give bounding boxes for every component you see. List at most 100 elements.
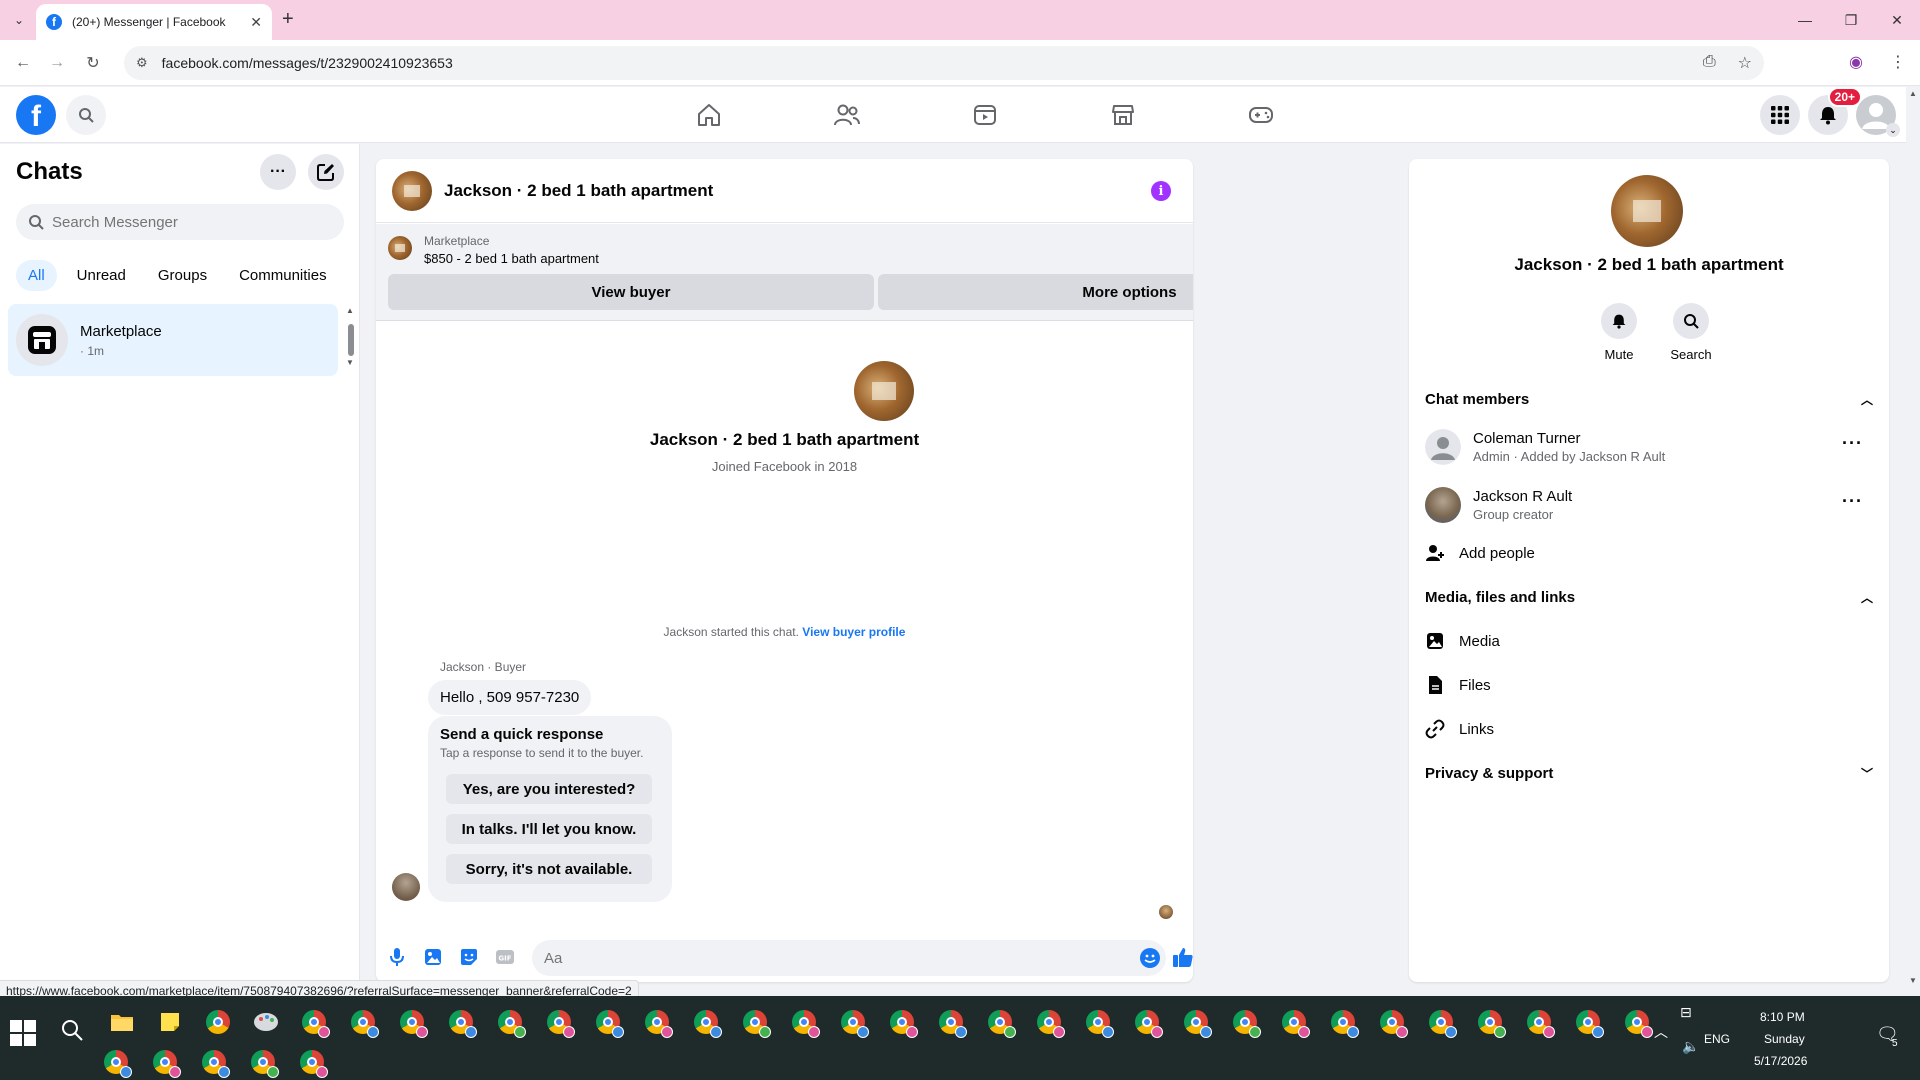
- quick-response-in-talks[interactable]: In talks. I'll let you know.: [446, 814, 652, 844]
- nav-marketplace[interactable]: [1054, 91, 1192, 139]
- search-messenger-field[interactable]: [16, 204, 344, 240]
- site-info-icon[interactable]: ⚙: [136, 55, 148, 71]
- chrome-profile-window-icon[interactable]: [1521, 1004, 1557, 1040]
- sidebar-scrollbar[interactable]: ▲ ▼: [346, 306, 356, 367]
- reload-icon[interactable]: ↻: [80, 50, 106, 76]
- scroll-up-icon[interactable]: ▲: [1909, 89, 1917, 98]
- quick-response-interested[interactable]: Yes, are you interested?: [446, 774, 652, 804]
- message-input-field[interactable]: [532, 940, 1166, 976]
- search-in-chat-button[interactable]: Search: [1661, 303, 1721, 362]
- view-buyer-profile-link[interactable]: View buyer profile: [802, 625, 905, 639]
- conversation-title[interactable]: Jackson · 2 bed 1 bath apartment: [444, 181, 713, 201]
- chrome-profile-window-icon[interactable]: [982, 1004, 1018, 1040]
- add-people-button[interactable]: Add people: [1425, 537, 1873, 569]
- like-button[interactable]: [1172, 946, 1193, 968]
- chrome-icon[interactable]: [200, 1004, 236, 1040]
- filter-all[interactable]: All: [16, 260, 57, 291]
- filter-unread[interactable]: Unread: [65, 260, 138, 291]
- chrome-profile-window-icon[interactable]: [492, 1004, 528, 1040]
- chrome-profile-window-icon[interactable]: [1227, 1004, 1263, 1040]
- chrome-profile-window-icon[interactable]: [394, 1004, 430, 1040]
- scroll-thumb[interactable]: [348, 324, 354, 356]
- mute-button[interactable]: Mute: [1589, 303, 1649, 362]
- profile-icon[interactable]: ◉: [1844, 50, 1868, 74]
- quick-response-not-available[interactable]: Sorry, it's not available.: [446, 854, 652, 884]
- back-icon[interactable]: ←: [10, 50, 36, 76]
- chrome-profile-window-icon[interactable]: [443, 1004, 479, 1040]
- chrome-profile-window-icon[interactable]: [835, 1004, 871, 1040]
- nav-gaming[interactable]: [1192, 91, 1330, 139]
- volume-icon[interactable]: 🔈: [1682, 1038, 1699, 1055]
- chrome-profile-window-icon[interactable]: [1570, 1004, 1606, 1040]
- media-section-toggle[interactable]: Media, files and links ︿: [1425, 589, 1873, 606]
- tray-overflow-icon[interactable]: ︿: [1654, 1022, 1668, 1042]
- chrome-profile-window-icon[interactable]: [196, 1044, 232, 1080]
- member-options-icon[interactable]: ···: [1842, 491, 1863, 512]
- account-avatar[interactable]: ⌄: [1856, 95, 1900, 137]
- menu-kebab-icon[interactable]: ⋮: [1886, 50, 1910, 74]
- restore-icon[interactable]: ❐: [1828, 0, 1874, 40]
- emoji-icon[interactable]: [1140, 948, 1160, 968]
- sticker-button[interactable]: [458, 946, 480, 968]
- listing-avatar[interactable]: [392, 170, 432, 211]
- new-tab-icon[interactable]: +: [282, 8, 294, 31]
- browser-tab-messenger[interactable]: f (20+) Messenger | Facebook ✕: [36, 4, 272, 40]
- more-options-button[interactable]: More options: [878, 274, 1193, 310]
- file-explorer-icon[interactable]: [104, 1004, 140, 1040]
- chrome-profile-window-icon[interactable]: [1031, 1004, 1067, 1040]
- nav-friends[interactable]: [778, 91, 916, 139]
- files-button[interactable]: Files: [1425, 669, 1873, 701]
- media-button[interactable]: Media: [1425, 625, 1873, 657]
- chrome-profile-window-icon[interactable]: [1374, 1004, 1410, 1040]
- chrome-profile-window-icon[interactable]: [1325, 1004, 1361, 1040]
- chrome-profile-window-icon[interactable]: [541, 1004, 577, 1040]
- chrome-profile-window-icon[interactable]: [786, 1004, 822, 1040]
- chrome-profile-window-icon[interactable]: [1276, 1004, 1312, 1040]
- member-row[interactable]: Jackson R Ault Group creator ···: [1425, 481, 1873, 529]
- chrome-profile-window-icon[interactable]: [688, 1004, 724, 1040]
- chrome-profile-window-icon[interactable]: [1178, 1004, 1214, 1040]
- notifications-button[interactable]: 20+: [1808, 87, 1862, 135]
- banner-listing-thumb[interactable]: [388, 236, 412, 260]
- close-tab-icon[interactable]: ✕: [250, 14, 262, 31]
- chat-options-button[interactable]: ···: [260, 154, 296, 190]
- chrome-profile-window-icon[interactable]: [737, 1004, 773, 1040]
- filter-groups[interactable]: Groups: [146, 260, 219, 291]
- menu-button[interactable]: [1760, 95, 1800, 135]
- scroll-down-icon[interactable]: ▼: [1909, 976, 1917, 985]
- chrome-profile-window-icon[interactable]: [294, 1044, 330, 1080]
- info-icon[interactable]: i: [1151, 181, 1171, 201]
- windows-start-icon[interactable]: [10, 1020, 36, 1046]
- chrome-profile-window-icon[interactable]: [147, 1044, 183, 1080]
- scroll-up-icon[interactable]: ▲: [346, 306, 354, 315]
- chat-members-section-toggle[interactable]: Chat members ︿: [1425, 391, 1873, 408]
- gif-button[interactable]: GIF: [494, 946, 516, 968]
- chrome-profile-window-icon[interactable]: [639, 1004, 675, 1040]
- clock-time[interactable]: 8:10 PM: [1760, 1010, 1805, 1024]
- facebook-search-button[interactable]: [66, 95, 106, 135]
- paint-icon[interactable]: [248, 1004, 284, 1040]
- chrome-profile-window-icon[interactable]: [933, 1004, 969, 1040]
- privacy-support-toggle[interactable]: Privacy & support ﹀: [1425, 765, 1873, 782]
- new-message-button[interactable]: [308, 154, 344, 190]
- close-window-icon[interactable]: ✕: [1874, 0, 1920, 40]
- scroll-down-icon[interactable]: ▼: [346, 358, 354, 367]
- chrome-profile-window-icon[interactable]: [884, 1004, 920, 1040]
- view-buyer-button[interactable]: View buyer: [388, 274, 874, 310]
- chrome-profile-window-icon[interactable]: [1080, 1004, 1116, 1040]
- voice-clip-button[interactable]: [386, 946, 408, 968]
- chrome-profile-window-icon[interactable]: [296, 1004, 332, 1040]
- member-options-icon[interactable]: ···: [1842, 433, 1863, 454]
- tab-search-chevron-icon[interactable]: ⌄: [8, 9, 30, 31]
- search-messenger-input[interactable]: [52, 213, 332, 231]
- facebook-logo-icon[interactable]: f: [16, 95, 56, 135]
- attach-photo-button[interactable]: [422, 946, 444, 968]
- chrome-profile-window-icon[interactable]: [1129, 1004, 1165, 1040]
- address-bar[interactable]: ⚙ facebook.com/messages/t/23290024109236…: [124, 46, 1764, 80]
- sticky-notes-icon[interactable]: [152, 1004, 188, 1040]
- links-button[interactable]: Links: [1425, 713, 1873, 745]
- install-app-icon[interactable]: ⎙: [1703, 53, 1716, 73]
- nav-video[interactable]: [916, 91, 1054, 139]
- member-row[interactable]: Coleman Turner Admin · Added by Jackson …: [1425, 423, 1873, 471]
- message-input[interactable]: [544, 949, 1124, 967]
